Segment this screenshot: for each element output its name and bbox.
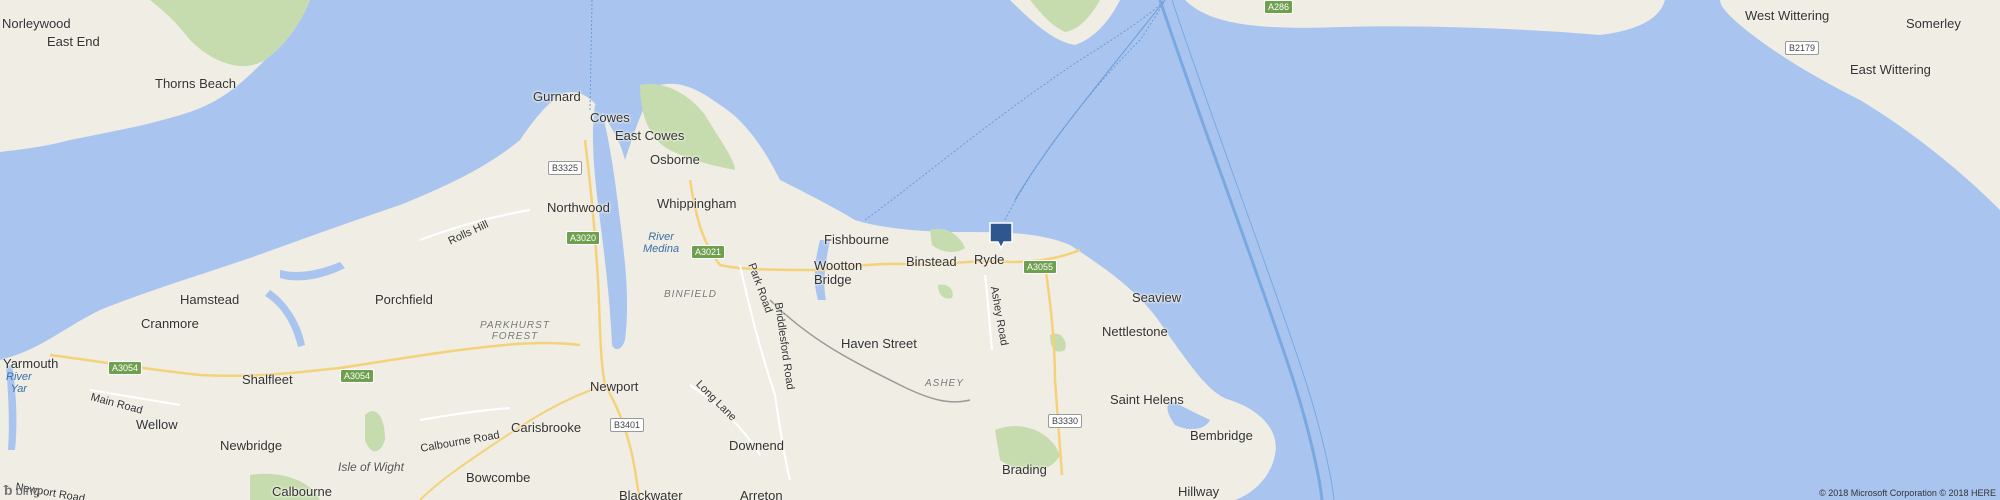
place-hillway: Hillway	[1178, 484, 1220, 499]
copyright-notice: © 2018 Microsoft Corporation © 2018 HERE	[1819, 488, 1996, 498]
place-porchfield: Porchfield	[375, 292, 433, 307]
shield-a3055: A3055	[1023, 260, 1058, 274]
place-blackwater: Blackwater	[619, 488, 683, 500]
shield-a286: A286	[1264, 0, 1294, 14]
place-west-wittering: West Wittering	[1745, 8, 1830, 23]
place-saint-helens: Saint Helens	[1110, 392, 1184, 407]
shield-a3054-east: A3054	[340, 369, 375, 383]
place-thorns-beach: Thorns Beach	[155, 76, 236, 91]
place-hamstead: Hamstead	[180, 292, 240, 307]
place-downend: Downend	[729, 438, 784, 453]
place-seaview: Seaview	[1132, 290, 1182, 305]
place-cowes: Cowes	[590, 110, 630, 125]
place-whippingham: Whippingham	[657, 196, 737, 211]
place-east-end: East End	[47, 34, 100, 49]
place-east-wittering: East Wittering	[1850, 62, 1931, 77]
water-river-medina: River Medina	[643, 231, 680, 255]
shield-a3021: A3021	[691, 245, 726, 259]
shield-b2179: B2179	[1785, 41, 1820, 55]
place-carisbrooke: Carisbrooke	[511, 420, 582, 435]
place-norleywood: Norleywood	[2, 16, 71, 31]
place-ryde: Ryde	[974, 252, 1005, 267]
place-brading: Brading	[1002, 462, 1047, 477]
place-east-cowes: East Cowes	[615, 128, 685, 143]
place-shalfleet: Shalfleet	[242, 372, 293, 387]
shield-b3401: B3401	[610, 418, 645, 432]
place-yarmouth: Yarmouth	[3, 356, 59, 371]
place-wootton-bridge: Wootton Bridge	[814, 258, 863, 287]
area-isle-of-wight: Isle of Wight	[338, 460, 404, 474]
place-wellow: Wellow	[136, 417, 178, 432]
place-fishbourne: Fishbourne	[824, 232, 890, 247]
place-newport: Newport	[590, 379, 639, 394]
place-northwood: Northwood	[547, 200, 610, 215]
shield-a3054-west: A3054	[108, 361, 143, 375]
place-bembridge: Bembridge	[1190, 428, 1253, 443]
map-canvas[interactable]: Norleywood East End Thorns Beach Gurnard…	[0, 0, 2000, 500]
area-parkhurst-forest: PARKHURST FOREST	[480, 320, 550, 342]
place-gurnard: Gurnard	[533, 89, 581, 104]
place-arreton: Arreton	[740, 488, 783, 500]
area-ashey: ASHEY	[925, 378, 964, 389]
place-newbridge: Newbridge	[220, 438, 283, 453]
place-haven-street: Haven Street	[841, 336, 917, 351]
bing-logo-text: bing	[15, 482, 41, 498]
place-binstead: Binstead	[906, 254, 957, 269]
shield-b3325: B3325	[548, 161, 583, 175]
place-nettlestone: Nettlestone	[1102, 324, 1168, 339]
map-pin-icon	[989, 222, 1013, 250]
bing-b-icon: ᵬ	[4, 482, 13, 498]
bing-logo[interactable]: ᵬ bing	[4, 482, 40, 498]
place-cranmore: Cranmore	[141, 316, 199, 331]
place-somerley: Somerley	[1906, 16, 1961, 31]
water-river-yar: River Yar	[6, 371, 32, 395]
place-osborne: Osborne	[650, 152, 700, 167]
shield-a3020: A3020	[566, 231, 601, 245]
place-bowcombe: Bowcombe	[466, 470, 531, 485]
area-binfield: BINFIELD	[664, 289, 718, 300]
shield-b3330: B3330	[1048, 414, 1083, 428]
location-marker[interactable]	[989, 222, 1013, 250]
place-calbourne: Calbourne	[272, 484, 332, 499]
